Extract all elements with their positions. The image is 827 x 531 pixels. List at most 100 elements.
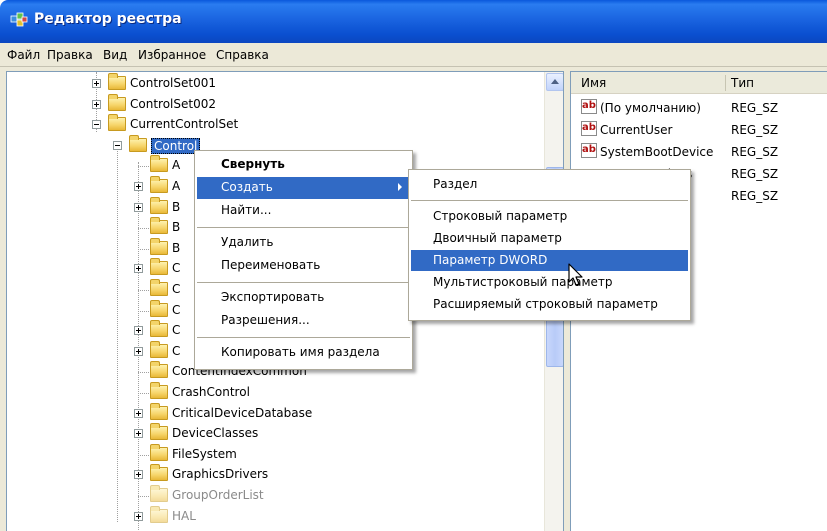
expand-icon[interactable] <box>134 429 143 439</box>
tree-connector <box>138 310 149 312</box>
regedit-window: Редактор реестра Файл Правка Вид Избранн… <box>0 0 827 531</box>
collapse-icon[interactable] <box>92 120 101 130</box>
menu-item-label: Свернуть <box>221 157 285 171</box>
expand-icon[interactable] <box>92 99 101 109</box>
menu-item-label: Расширяемый строковый параметр <box>433 297 658 311</box>
string-value-icon: ab <box>581 143 597 158</box>
menu-view[interactable]: Вид <box>103 48 127 62</box>
tree-connector <box>138 248 149 250</box>
tree-connector <box>138 228 149 230</box>
folder-icon <box>150 258 168 276</box>
tree-node-label: GroupOrderList <box>172 488 264 502</box>
expand-icon[interactable] <box>92 79 101 88</box>
tree-node[interactable]: ControlSet002 <box>7 93 537 115</box>
menu-item-label: Строковый параметр <box>433 209 568 223</box>
submenu-item[interactable]: Мультистроковый параметр <box>411 272 688 293</box>
tree-node[interactable]: ControlSet001 <box>7 73 537 94</box>
submenu-arrow-icon <box>398 183 402 191</box>
tree-node[interactable]: CrashControl <box>7 382 537 403</box>
tree-node-label: CurrentControlSet <box>130 117 239 132</box>
tree-node[interactable]: FileSystem <box>7 443 537 465</box>
menu-separator <box>197 282 410 283</box>
tree-node-label: B <box>172 199 181 214</box>
tree-node-label: A <box>172 158 181 173</box>
menu-favorites[interactable]: Избранное <box>138 48 206 62</box>
folder-icon <box>108 93 126 111</box>
tree-connector <box>138 393 149 394</box>
menu-item-label: Разрешения... <box>221 313 310 327</box>
expand-icon[interactable] <box>134 182 143 191</box>
tree-node-label: C <box>172 323 181 338</box>
folder-icon <box>150 485 168 502</box>
submenu-item[interactable]: Расширяемый строковый параметр <box>411 294 688 315</box>
context-menu-item[interactable]: Переименовать <box>197 255 410 277</box>
expand-icon[interactable] <box>134 326 143 336</box>
context-menu-item[interactable]: Разрешения... <box>197 310 410 332</box>
menu-edit[interactable]: Правка <box>47 48 93 62</box>
tree-node-label: ControlSet001 <box>130 76 216 90</box>
value-type: REG_SZ <box>731 145 779 159</box>
tree-connector <box>138 290 149 291</box>
context-menu-item[interactable]: Свернуть <box>197 154 410 176</box>
submenu-item[interactable]: Параметр DWORD <box>411 250 688 271</box>
menu-separator <box>197 227 410 228</box>
folder-icon <box>150 402 168 420</box>
tree-node-label: C <box>172 282 181 296</box>
context-menu-item[interactable]: Экспортировать <box>197 287 410 309</box>
expand-icon[interactable] <box>134 202 143 212</box>
create-submenu: Раздел Строковый параметр Двоичный парамет… <box>408 169 691 321</box>
submenu-item[interactable]: Строковый параметр <box>411 206 688 227</box>
value-type: REG_SZ <box>731 189 779 203</box>
folder-icon <box>150 382 168 399</box>
expand-icon[interactable] <box>134 346 143 356</box>
folder-icon <box>150 237 168 255</box>
tree-node[interactable]: CriticalDeviceDatabase <box>7 402 537 424</box>
list-row[interactable]: ab CurrentUser REG_SZ <box>571 120 827 140</box>
tree-node-label: CrashControl <box>172 385 250 399</box>
column-separator[interactable] <box>725 75 726 91</box>
context-menu-item[interactable]: Создать <box>197 177 410 199</box>
tree-node[interactable]: HAL <box>7 505 537 527</box>
expand-icon[interactable] <box>134 511 143 521</box>
context-menu: Свернуть Создать Найти... Удалить Переименов… <box>194 150 413 370</box>
expand-icon[interactable] <box>134 264 143 274</box>
column-type-header[interactable]: Тип <box>731 76 754 90</box>
expand-icon[interactable] <box>134 470 143 480</box>
submenu-item[interactable]: Двоичный параметр <box>411 228 688 249</box>
list-row[interactable]: ab SystemBootDevice REG_SZ <box>571 142 827 162</box>
tree-node[interactable]: DeviceClasses <box>7 423 537 444</box>
expand-icon[interactable] <box>134 408 143 418</box>
title-bar[interactable]: Редактор реестра <box>0 0 827 43</box>
list-row[interactable]: ab (По умолчанию) REG_SZ <box>571 98 827 118</box>
tree-node-label: ControlSet002 <box>130 96 216 111</box>
value-type: REG_SZ <box>731 123 779 137</box>
string-value-icon: ab <box>581 121 597 136</box>
context-menu-item[interactable]: Удалить <box>197 232 410 254</box>
menu-file[interactable]: Файл <box>7 48 40 62</box>
regedit-icon <box>10 12 28 27</box>
folder-icon <box>150 217 168 235</box>
tree-node[interactable]: GraphicsDrivers <box>7 464 537 485</box>
list-header: Имя Тип <box>571 72 827 94</box>
folder-icon <box>150 443 168 461</box>
tree-node[interactable]: GroupOrderList <box>7 485 537 506</box>
submenu-item[interactable]: Раздел <box>411 174 688 195</box>
menu-bar: Файл Правка Вид Избранное Справка <box>0 43 827 67</box>
value-name: SystemBootDevice <box>600 145 714 159</box>
tree-node-label: C <box>172 261 181 276</box>
menu-item-label: Экспортировать <box>221 290 325 304</box>
folder-icon <box>150 464 168 482</box>
folder-icon <box>150 320 168 338</box>
menu-help[interactable]: Справка <box>216 48 269 62</box>
folder-icon <box>150 505 168 523</box>
column-name-header[interactable]: Имя <box>581 76 606 90</box>
collapse-icon[interactable] <box>113 140 122 150</box>
tree-node-label: A <box>172 179 181 193</box>
menu-item-label: Переименовать <box>221 258 321 272</box>
value-type: REG_SZ <box>731 167 779 181</box>
context-menu-item[interactable]: Копировать имя раздела <box>197 342 410 364</box>
context-menu-item[interactable]: Найти... <box>197 200 410 222</box>
tree-node[interactable]: CurrentControlSet <box>7 114 537 135</box>
scroll-up-button[interactable] <box>546 73 563 91</box>
tree-node-label: CriticalDeviceDatabase <box>172 405 313 420</box>
